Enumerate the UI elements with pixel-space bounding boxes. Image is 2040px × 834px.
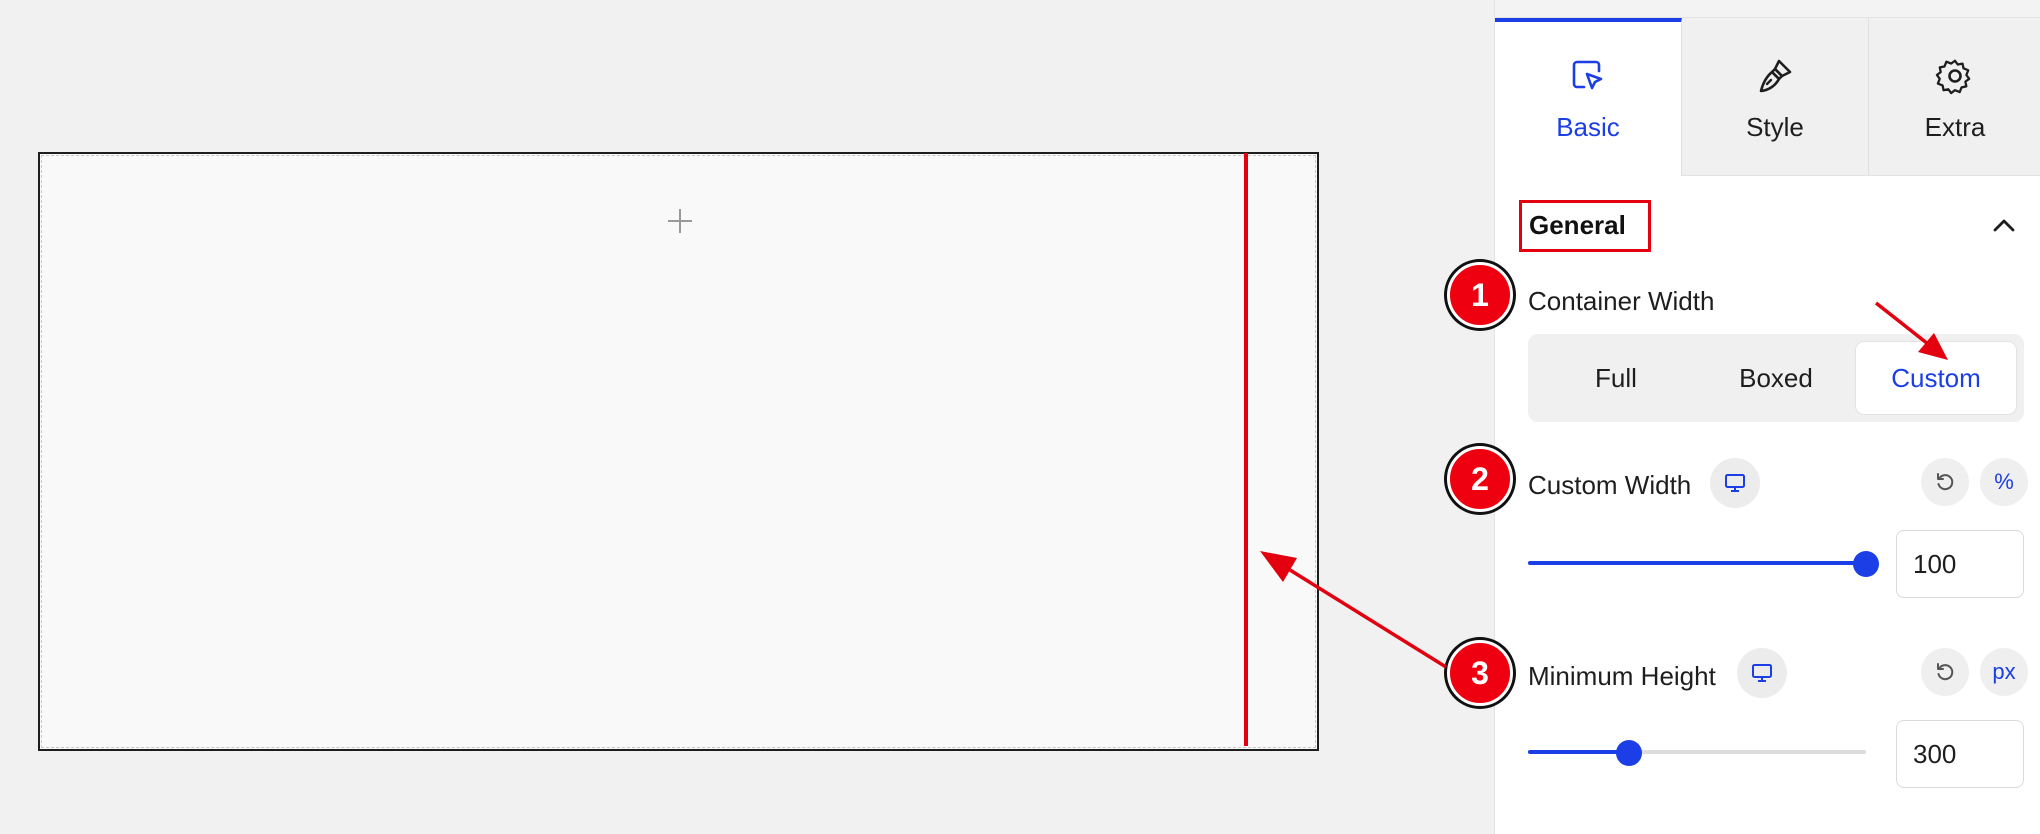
callout-number: 2 — [1447, 446, 1513, 512]
tab-label: Extra — [1924, 112, 1986, 142]
reset-icon — [1937, 663, 1954, 681]
unit-toggle[interactable]: px — [1980, 648, 2028, 696]
brush-icon — [1759, 59, 1792, 93]
callout-badge-1: 1 — [1444, 259, 1516, 331]
slider-fill — [1528, 561, 1866, 565]
option-custom[interactable]: Custom — [1856, 342, 2016, 414]
container-width-selector: Full Boxed Custom — [1528, 334, 2024, 422]
callout-badge-2: 2 — [1444, 443, 1516, 515]
callout-number: 3 — [1447, 640, 1513, 706]
unit-toggle[interactable]: % — [1980, 458, 2028, 506]
tab-style[interactable]: Style — [1682, 18, 1869, 176]
width-indicator-line — [1244, 153, 1248, 746]
unit-label: px — [1992, 659, 2016, 684]
custom-width-input[interactable]: 100 — [1896, 530, 2024, 598]
minimum-height-slider[interactable] — [1528, 740, 1866, 766]
panel-tabs: Basic Style Extra — [1495, 18, 2040, 176]
slider-thumb[interactable] — [1853, 551, 1879, 577]
option-full[interactable]: Full — [1536, 342, 1696, 414]
plus-icon[interactable] — [665, 206, 695, 236]
responsive-device-button[interactable] — [1737, 648, 1787, 698]
tab-extra[interactable]: Extra — [1869, 18, 2040, 176]
section-title: General — [1529, 210, 1626, 240]
desktop-icon — [1725, 474, 1745, 492]
panel-top-strip — [1495, 0, 2040, 18]
callout-number: 1 — [1447, 262, 1513, 328]
custom-width-slider[interactable] — [1528, 551, 1879, 577]
desktop-icon — [1752, 664, 1772, 682]
reset-button[interactable] — [1921, 458, 1969, 506]
tab-basic[interactable]: Basic — [1495, 18, 1682, 176]
slider-thumb[interactable] — [1616, 740, 1643, 766]
minimum-height-label: Minimum Height — [1528, 661, 1716, 691]
gear-icon — [1935, 59, 1971, 95]
callout-badge-3: 3 — [1444, 637, 1516, 709]
reset-icon — [1937, 473, 1954, 491]
container-element[interactable] — [38, 152, 1319, 751]
custom-width-label: Custom Width — [1528, 470, 1692, 500]
unit-label: % — [1994, 469, 2014, 494]
minimum-height-input[interactable]: 300 — [1896, 720, 2024, 788]
cursor-select-icon — [1572, 60, 1603, 90]
tab-label: Basic — [1556, 112, 1620, 142]
section-general-header[interactable]: General — [1519, 200, 2019, 252]
chevron-up-icon[interactable] — [1989, 210, 2019, 240]
option-boxed[interactable]: Boxed — [1696, 342, 1856, 414]
responsive-device-button[interactable] — [1710, 458, 1760, 508]
slider-fill — [1528, 750, 1630, 754]
reset-button[interactable] — [1921, 648, 1969, 696]
container-width-label: Container Width — [1528, 286, 1715, 316]
editor-canvas — [0, 0, 1494, 834]
tab-label: Style — [1746, 112, 1804, 142]
